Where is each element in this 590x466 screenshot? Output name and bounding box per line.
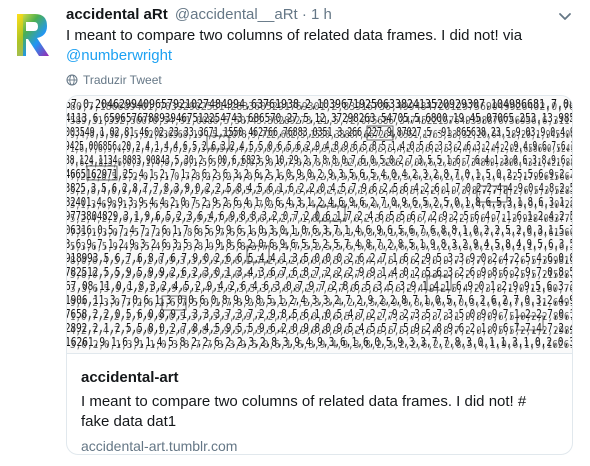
tweet-menu-chevron-icon[interactable] xyxy=(558,9,572,20)
display-name[interactable]: accidental aRt xyxy=(66,6,168,23)
globe-icon xyxy=(66,74,78,86)
card-domain: accidental-art.tumblr.com xyxy=(81,438,238,454)
card-image[interactable]: 67,0,2046299409657921027484994,63761938,… xyxy=(67,96,572,354)
glyph-row-overprint: 3,0,2,0,1,3,1,1,0,3,8,7,7,3,3,9,5,0,6,1,… xyxy=(70,338,572,351)
card-body: accidental-art I meant to compare two co… xyxy=(67,355,572,454)
card-description: I meant to compare two columns of relate… xyxy=(81,393,527,430)
mention-link[interactable]: @numberwright xyxy=(66,47,172,64)
separator-dot: · xyxy=(301,6,307,23)
tweet[interactable]: accidental aRt @accidental__aRt · 1 h I … xyxy=(0,0,590,466)
tweet-text: I meant to compare two columns of relate… xyxy=(66,26,566,66)
rainbow-r-logo-icon xyxy=(17,14,49,56)
tweet-body: I meant to compare two columns of relate… xyxy=(66,27,523,44)
data-frame-overprint-image: 67,0,2046299409657921027484994,63761938,… xyxy=(67,97,572,351)
avatar[interactable] xyxy=(13,10,51,58)
translate-label: Traduzir Tweet xyxy=(83,73,162,87)
timestamp[interactable]: 1 h xyxy=(311,6,332,23)
link-card[interactable]: 67,0,2046299409657921027484994,63761938,… xyxy=(66,95,573,455)
card-title: accidental-art xyxy=(81,369,179,386)
user-handle[interactable]: @accidental__aRt xyxy=(175,6,298,23)
translate-tweet[interactable]: Traduzir Tweet xyxy=(66,72,162,88)
tweet-header: accidental aRt @accidental__aRt · 1 h xyxy=(66,5,332,25)
